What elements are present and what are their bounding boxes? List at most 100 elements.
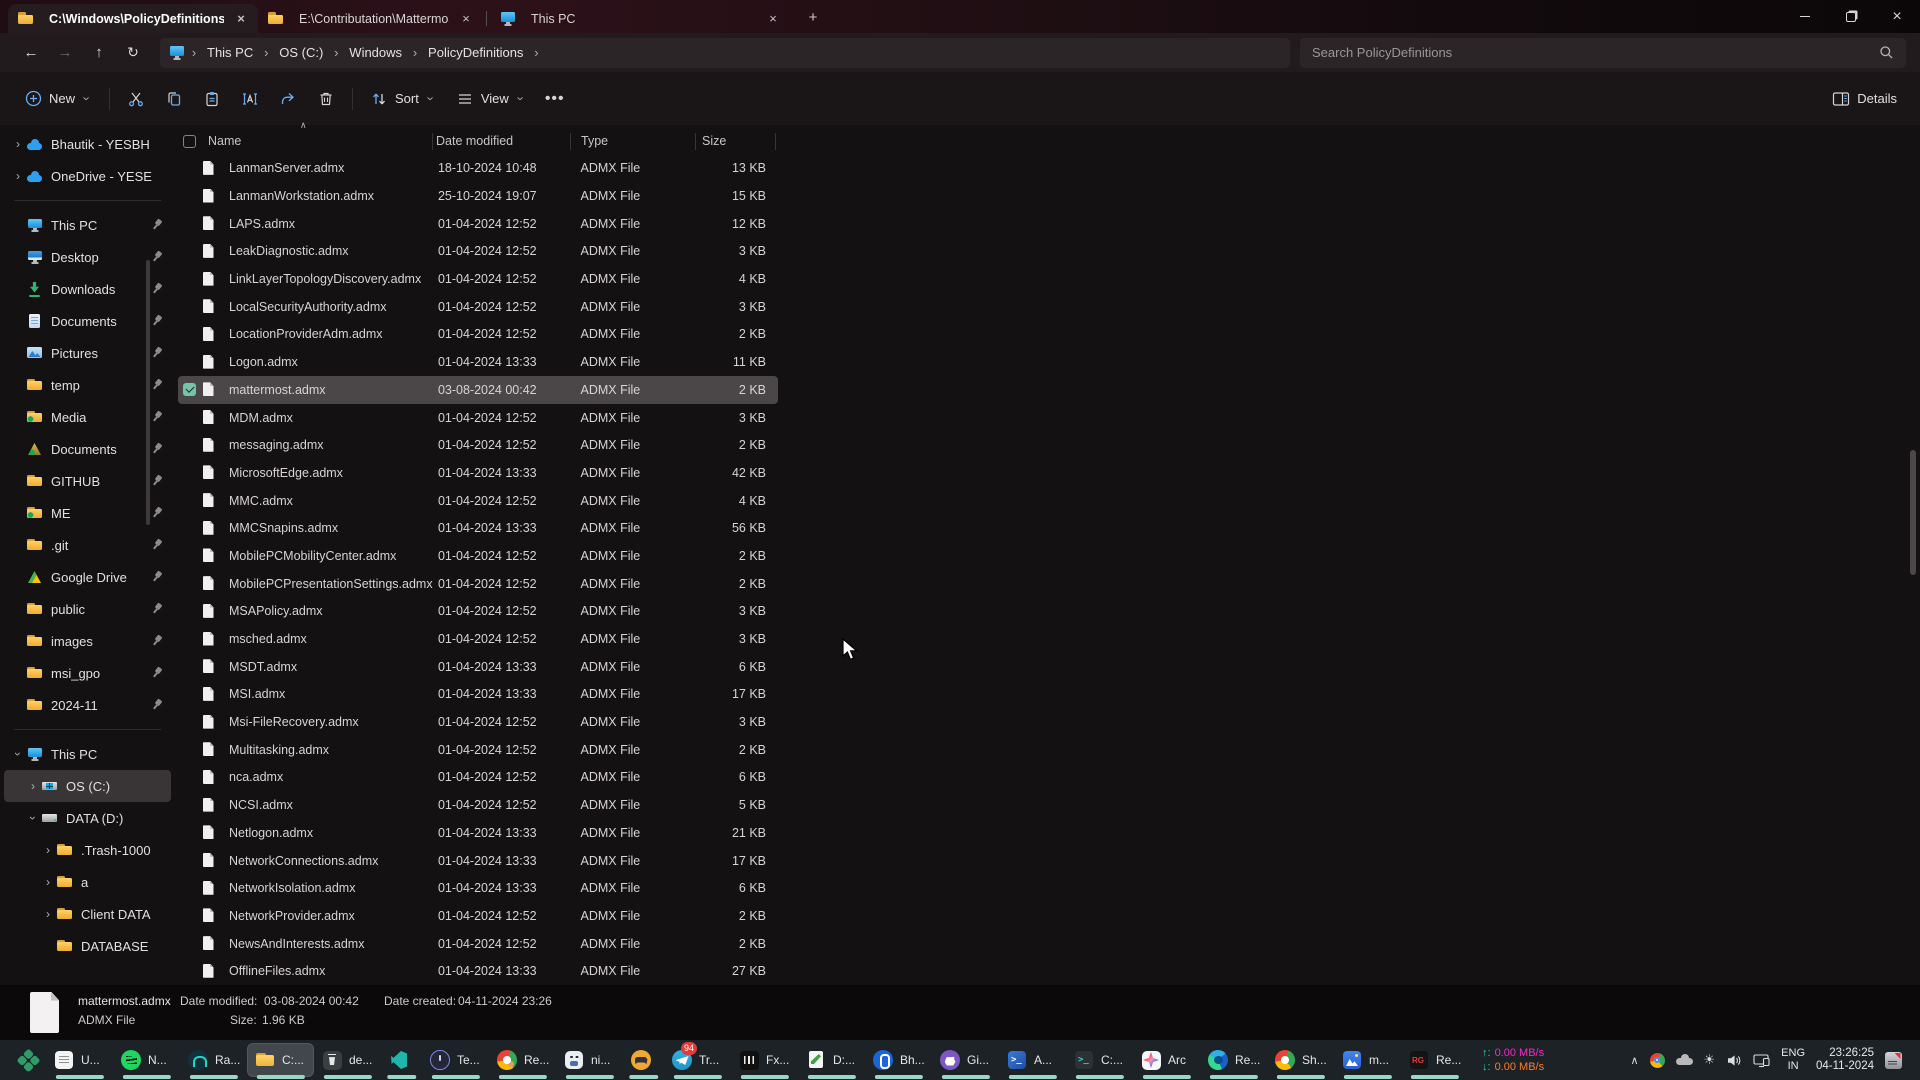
taskbar-app[interactable]: N...: [113, 1040, 180, 1080]
taskbar-app[interactable]: D:...: [798, 1040, 865, 1080]
file-row[interactable]: LanmanWorkstation.admx 25-10-2024 19:07 …: [178, 182, 778, 210]
details-pane-toggle[interactable]: Details: [1822, 82, 1906, 116]
taskbar-app[interactable]: C:...: [1066, 1040, 1133, 1080]
file-row[interactable]: NetworkConnections.admx 01-04-2024 13:33…: [178, 847, 778, 875]
browser-tray-icon[interactable]: [1650, 1053, 1665, 1068]
breadcrumb-segment[interactable]: Windows: [342, 42, 421, 63]
more-options-button[interactable]: [536, 82, 574, 116]
column-resizer[interactable]: [775, 133, 776, 150]
cut-button[interactable]: [117, 82, 155, 116]
chevron-icon[interactable]: [40, 907, 56, 921]
file-row[interactable]: messaging.admx 01-04-2024 12:52 ADMX Fil…: [178, 431, 778, 459]
volume-icon[interactable]: [1726, 1053, 1742, 1068]
close-button[interactable]: [1874, 0, 1920, 33]
breadcrumb-segment[interactable]: This PC: [200, 42, 272, 63]
sidebar-item-pinned[interactable]: msi_gpo: [4, 657, 171, 689]
tab-close-icon[interactable]: [765, 11, 781, 27]
refresh-button[interactable]: [116, 39, 150, 67]
chevron-right-icon[interactable]: [188, 45, 200, 60]
sidebar-item-cloud[interactable]: Bhautik - YESBH: [4, 128, 171, 160]
new-button[interactable]: New: [14, 82, 102, 116]
minimize-button[interactable]: [1782, 0, 1828, 33]
sidebar-tree-item[interactable]: OS (C:): [4, 770, 171, 802]
sidebar-item-pinned[interactable]: This PC: [4, 209, 171, 241]
chevron-right-icon[interactable]: [330, 45, 342, 60]
file-row[interactable]: MobilePCMobilityCenter.admx 01-04-2024 1…: [178, 542, 778, 570]
maximize-button[interactable]: [1828, 0, 1874, 33]
breadcrumb-segment[interactable]: PolicyDefinitions: [421, 42, 542, 63]
tab-close-icon[interactable]: [458, 11, 474, 27]
sidebar-tree-item[interactable]: .Trash-1000: [4, 834, 171, 866]
file-row[interactable]: nca.admx 01-04-2024 12:52 ADMX File 6 KB: [178, 764, 778, 792]
taskbar-app[interactable]: de...: [314, 1040, 381, 1080]
column-header-size[interactable]: Size: [694, 134, 726, 148]
sidebar-tree-item[interactable]: Client DATA: [4, 898, 171, 930]
sidebar-item-pinned[interactable]: images: [4, 625, 171, 657]
share-button[interactable]: [269, 82, 307, 116]
explorer-tab[interactable]: E:\Contributation\Mattermost\: [258, 4, 483, 33]
chevron-icon[interactable]: [25, 779, 41, 793]
paste-button[interactable]: [193, 82, 231, 116]
file-row[interactable]: MobilePCPresentationSettings.admx 01-04-…: [178, 570, 778, 598]
row-checkbox[interactable]: [183, 383, 196, 396]
chevron-icon[interactable]: [10, 169, 26, 183]
chevron-right-icon[interactable]: [530, 45, 542, 60]
taskbar-app[interactable]: Re...: [1401, 1040, 1468, 1080]
taskbar-app[interactable]: Fx...: [731, 1040, 798, 1080]
file-row[interactable]: LocationProviderAdm.admx 01-04-2024 12:5…: [178, 321, 778, 349]
rename-button[interactable]: [231, 82, 269, 116]
file-row[interactable]: LanmanServer.admx 18-10-2024 10:48 ADMX …: [178, 155, 778, 183]
chevron-icon[interactable]: [40, 875, 56, 889]
taskbar-app[interactable]: 94 Tr...: [664, 1040, 731, 1080]
clock[interactable]: 23:26:25 04-11-2024: [1816, 1047, 1874, 1074]
file-row[interactable]: LocalSecurityAuthority.admx 01-04-2024 1…: [178, 293, 778, 321]
sidebar-item-pinned[interactable]: public: [4, 593, 171, 625]
chevron-icon[interactable]: [40, 843, 56, 857]
file-row[interactable]: NCSI.admx 01-04-2024 12:52 ADMX File 5 K…: [178, 791, 778, 819]
hidden-icons-chevron[interactable]: [1630, 1054, 1638, 1067]
taskbar-app[interactable]: Bh...: [865, 1040, 932, 1080]
column-header-date-modified[interactable]: Date modified: [436, 134, 581, 148]
breadcrumb-label[interactable]: OS (C:): [272, 42, 330, 63]
select-all-checkbox[interactable]: [183, 135, 196, 148]
language-indicator[interactable]: ENG IN: [1781, 1047, 1805, 1074]
sort-button[interactable]: Sort: [360, 82, 446, 116]
sidebar-tree-item[interactable]: DATA (D:): [4, 802, 171, 834]
file-row[interactable]: MMC.admx 01-04-2024 12:52 ADMX File 4 KB: [178, 487, 778, 515]
file-row[interactable]: msched.admx 01-04-2024 12:52 ADMX File 3…: [178, 625, 778, 653]
file-row[interactable]: LAPS.admx 01-04-2024 12:52 ADMX File 12 …: [178, 210, 778, 238]
breadcrumb-label[interactable]: This PC: [200, 42, 260, 63]
breadcrumb[interactable]: This PC OS (C:) Windows PolicyDefinition…: [160, 38, 1290, 68]
file-row[interactable]: NewsAndInterests.admx 01-04-2024 12:52 A…: [178, 930, 778, 958]
file-row[interactable]: Msi-FileRecovery.admx 01-04-2024 12:52 A…: [178, 708, 778, 736]
sidebar-tree-item[interactable]: DATABASE: [4, 930, 171, 962]
taskbar-app[interactable]: Re...: [489, 1040, 556, 1080]
file-row[interactable]: MDM.admx 01-04-2024 12:52 ADMX File 3 KB: [178, 404, 778, 432]
cloud-sync-tray-icon[interactable]: [1676, 1054, 1693, 1066]
view-button[interactable]: View: [446, 82, 536, 116]
search-input[interactable]: [1312, 45, 1879, 60]
file-row[interactable]: mattermost.admx 03-08-2024 00:42 ADMX Fi…: [178, 376, 778, 404]
sidebar-tree-item[interactable]: a: [4, 866, 171, 898]
file-row[interactable]: MSI.admx 01-04-2024 13:33 ADMX File 17 K…: [178, 681, 778, 709]
sidebar-item-cloud[interactable]: OneDrive - YESE: [4, 160, 171, 192]
taskbar-app[interactable]: U...: [46, 1040, 113, 1080]
taskbar-app[interactable]: C:...: [247, 1040, 314, 1080]
taskbar-app[interactable]: Sh...: [1267, 1040, 1334, 1080]
sidebar-scrollbar[interactable]: [146, 260, 150, 525]
network-speed-monitor[interactable]: ↑:0.00 MB/s ↓:0.00 MB/s: [1482, 1046, 1544, 1074]
file-row[interactable]: LinkLayerTopologyDiscovery.admx 01-04-20…: [178, 265, 778, 293]
forward-button[interactable]: [48, 39, 82, 67]
file-row[interactable]: NetworkIsolation.admx 01-04-2024 13:33 A…: [178, 874, 778, 902]
file-row[interactable]: MSDT.admx 01-04-2024 13:33 ADMX File 6 K…: [178, 653, 778, 681]
network-display-icon[interactable]: [1753, 1053, 1770, 1068]
column-header-name[interactable]: Name: [208, 134, 436, 148]
file-row[interactable]: OfflineFiles.admx 01-04-2024 13:33 ADMX …: [178, 957, 778, 984]
file-row[interactable]: LeakDiagnostic.admx 01-04-2024 12:52 ADM…: [178, 238, 778, 266]
brightness-icon[interactable]: [1704, 1053, 1716, 1068]
taskbar-app[interactable]: Te...: [422, 1040, 489, 1080]
search-box[interactable]: [1300, 38, 1906, 68]
file-row[interactable]: NetworkProvider.admx 01-04-2024 12:52 AD…: [178, 902, 778, 930]
taskbar-app[interactable]: Gi...: [932, 1040, 999, 1080]
file-row[interactable]: Logon.admx 01-04-2024 13:33 ADMX File 11…: [178, 348, 778, 376]
